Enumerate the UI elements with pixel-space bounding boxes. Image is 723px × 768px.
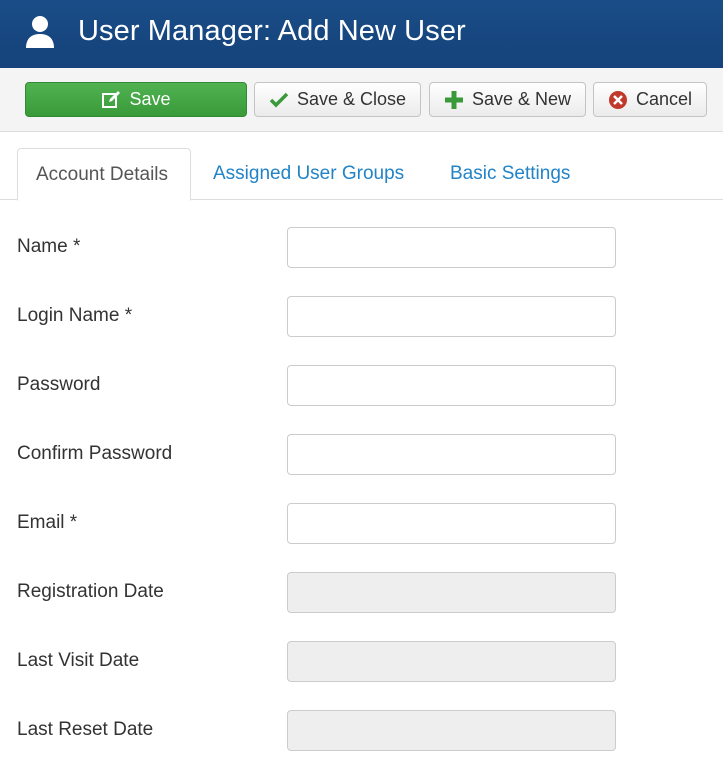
registration-date-label: Registration Date	[17, 581, 164, 602]
form-row-confirm-password: Confirm Password	[0, 434, 723, 476]
plus-icon	[444, 90, 463, 109]
confirm-password-label: Confirm Password	[17, 443, 173, 464]
form-row-registration-date: Registration Date	[0, 572, 723, 614]
last-reset-date-label: Last Reset Date	[17, 719, 154, 740]
tab-basic-settings[interactable]: Basic Settings	[432, 148, 588, 200]
login-name-input[interactable]	[287, 296, 616, 337]
form-row-password: Password	[0, 365, 723, 407]
tab-bar: Account Details Assigned User Groups Bas…	[0, 148, 723, 201]
cancel-button-label: Cancel	[635, 89, 693, 109]
email-input[interactable]	[287, 503, 616, 544]
form-row-name: Name *	[0, 227, 723, 269]
form-row-email: Email *	[0, 503, 723, 545]
save-close-button-label: Save & Close	[296, 89, 407, 109]
cancel-icon	[608, 90, 627, 109]
save-button[interactable]: Save	[25, 82, 247, 117]
last-visit-date-input	[287, 641, 616, 682]
form-row-last-visit-date: Last Visit Date	[0, 641, 723, 683]
form-row-login-name: Login Name *	[0, 296, 723, 338]
name-input[interactable]	[287, 227, 616, 268]
save-close-button[interactable]: Save & Close	[254, 82, 421, 117]
page-header: User Manager: Add New User	[0, 0, 723, 68]
toolbar: Save Save & Close Save & New Cancel	[0, 68, 723, 132]
tab-assigned-user-groups[interactable]: Assigned User Groups	[195, 148, 422, 200]
name-label: Name *	[17, 236, 81, 257]
edit-icon	[102, 90, 121, 108]
user-icon	[26, 16, 54, 48]
email-label: Email *	[17, 512, 78, 533]
check-icon	[269, 92, 289, 107]
last-visit-date-label: Last Visit Date	[17, 650, 140, 671]
confirm-password-input[interactable]	[287, 434, 616, 475]
password-input[interactable]	[287, 365, 616, 406]
cancel-button[interactable]: Cancel	[593, 82, 707, 117]
save-button-label: Save	[129, 89, 171, 109]
password-label: Password	[17, 374, 101, 395]
form-row-last-reset-date: Last Reset Date	[0, 710, 723, 752]
registration-date-input	[287, 572, 616, 613]
last-reset-date-input	[287, 710, 616, 751]
tab-account-details[interactable]: Account Details	[17, 148, 191, 201]
save-new-button[interactable]: Save & New	[429, 82, 586, 117]
login-name-label: Login Name *	[17, 305, 133, 326]
save-new-button-label: Save & New	[471, 89, 572, 109]
page-title: User Manager: Add New User	[78, 15, 466, 47]
